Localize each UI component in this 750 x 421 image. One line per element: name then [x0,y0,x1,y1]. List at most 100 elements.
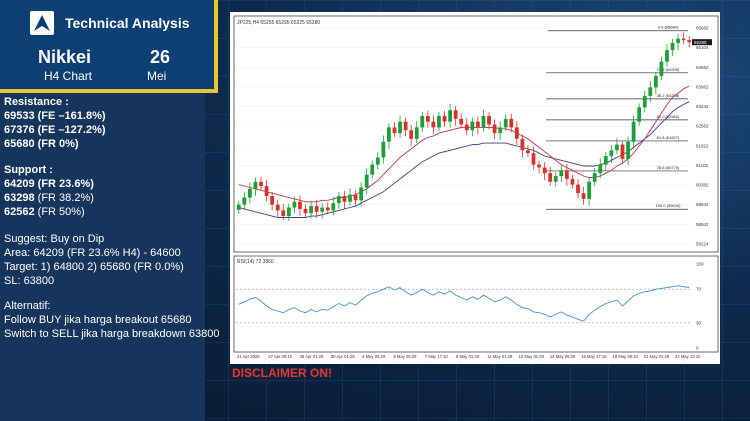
candle-bearish [298,201,302,209]
support-level-3: 62562 (FR 50%) [4,206,85,218]
time-tick-label: 8 May 01:29 [456,354,480,359]
time-tick-label: 7 May 17:10 [425,354,449,359]
candle-bullish [359,187,364,201]
alternatif-title: Alternatif: [4,300,51,312]
alternatif-line-2: Switch to SELL jika harga breakdown 6380… [4,328,220,340]
candle-bullish [381,141,386,158]
candle-bullish [653,75,658,88]
candle-bullish [637,107,642,122]
support-price-2: 63298 [4,192,35,204]
candle-bearish [409,130,414,139]
candle-bearish [581,193,586,199]
candle-bullish [348,194,352,202]
candle-bearish [453,110,458,119]
date-month: Mei [147,69,167,83]
time-axis: 21 Apr 2026 27 Apr 09:10 28 Apr 01:29 30 Ap… [237,354,701,359]
fib-level-label: 38.2 (63298) [657,93,680,98]
candle-bearish [303,208,308,214]
candle-bullish [603,156,608,165]
candle-bullish [609,150,614,157]
candle-bullish [470,121,475,131]
price-tick-label: 61102 [696,163,709,168]
candle-bullish [670,43,675,51]
candle-bearish [487,115,491,125]
alternatif-line-1: Follow BUY jika harga breakout 65680 [4,314,192,326]
price-tick-label: 59642 [696,202,709,207]
candle-bearish [342,196,347,202]
candle-bearish [576,184,580,194]
candle-bearish [570,178,575,185]
price-tick-label: 58224 [696,242,709,247]
price-tick-label: 63962 [696,84,709,89]
candle-bearish [431,121,436,128]
candle-bearish [425,115,430,122]
candle-bullish [659,61,664,76]
candle-bullish [665,50,669,62]
candle-bearish [620,144,625,159]
time-tick-label: 14 May 05:29 [550,354,576,359]
logo-icon [30,11,54,35]
current-price-label: 65280 [694,40,707,45]
price-tick-label: 61822 [696,143,709,148]
candle-bullish [387,127,391,142]
candle-bullish [503,118,508,128]
candle-bearish [492,124,497,134]
date-day: 26 [150,47,171,67]
price-tick-label: 65682 [696,26,709,31]
resistance-title: Resistance : [4,96,69,108]
suggest-line-3: Target: 1) 64800 2) 65680 (FR 0.0%) [4,261,184,273]
price-chart-title: JP225,H4 65255 65295 65225 65280 [237,20,320,26]
header-box: Technical Analysis Nikkei H4 Chart 26 Me… [0,0,218,93]
price-tick-label: 65104 [696,45,709,50]
fib-level-label: 78.6 (60779) [657,165,680,170]
chart-timeframe: H4 Chart [44,69,93,83]
support-note-1: (FR 23.6%) [34,178,94,190]
candle-bullish [336,196,341,204]
candle-bearish [509,118,514,128]
candle-bullish [370,164,375,175]
candle-bullish [598,164,603,174]
market-name: Nikkei [38,47,92,67]
candle-bearish [314,206,319,212]
resistance-level-1: 69533 (FE –161.8%) [4,110,106,122]
time-tick-label: 5 May 05:29 [393,354,417,359]
rsi-chart-title: RSI(14) 72.3860 [237,259,274,265]
candle-bullish [676,38,680,44]
time-tick-label: 28 Apr 01:29 [300,354,324,359]
candle-bullish [286,207,291,217]
candle-bearish [531,153,536,165]
candle-bullish [253,181,258,189]
candle-bullish [248,188,252,198]
candle-bearish [464,124,469,131]
candle-bullish [331,203,336,211]
candle-bearish [392,127,397,134]
candle-bullish [592,173,597,182]
candle-bullish [448,110,452,122]
candle-bearish [459,118,464,125]
candle-bearish [564,170,569,179]
candle-bearish [687,40,692,43]
support-note-2: (FR 38.2%) [34,192,94,204]
resistance-level-2: 67376 (FE –127.2%) [4,124,106,136]
fib-level-label: 61.8 (61827) [657,135,680,140]
candle-bearish [353,194,358,201]
candle-bearish [514,127,519,139]
candle-bearish [270,196,275,205]
candle-bullish [309,206,313,214]
price-plot-frame [233,15,719,253]
rsi-tick-label: 70 [696,287,702,292]
candle-bullish [398,121,402,134]
chart-panel: JP225,H4 65255 65295 65225 65280 RSI(14)… [230,12,720,364]
rsi-tick-label: 100 [696,262,704,267]
candle-bullish [553,176,558,182]
candle-bearish [264,186,269,197]
candle-bullish [320,207,325,212]
candle-bullish [648,87,653,96]
candle-bearish [526,150,530,154]
support-price-1: 64209 [4,178,35,190]
candle-bullish [631,121,636,142]
resistance-level-3: 65680 (FR 0%) [4,138,79,150]
suggest-line-4: SL: 63800 [4,275,55,287]
price-tick-label: 64662 [696,65,709,70]
candle-bearish [542,167,547,174]
